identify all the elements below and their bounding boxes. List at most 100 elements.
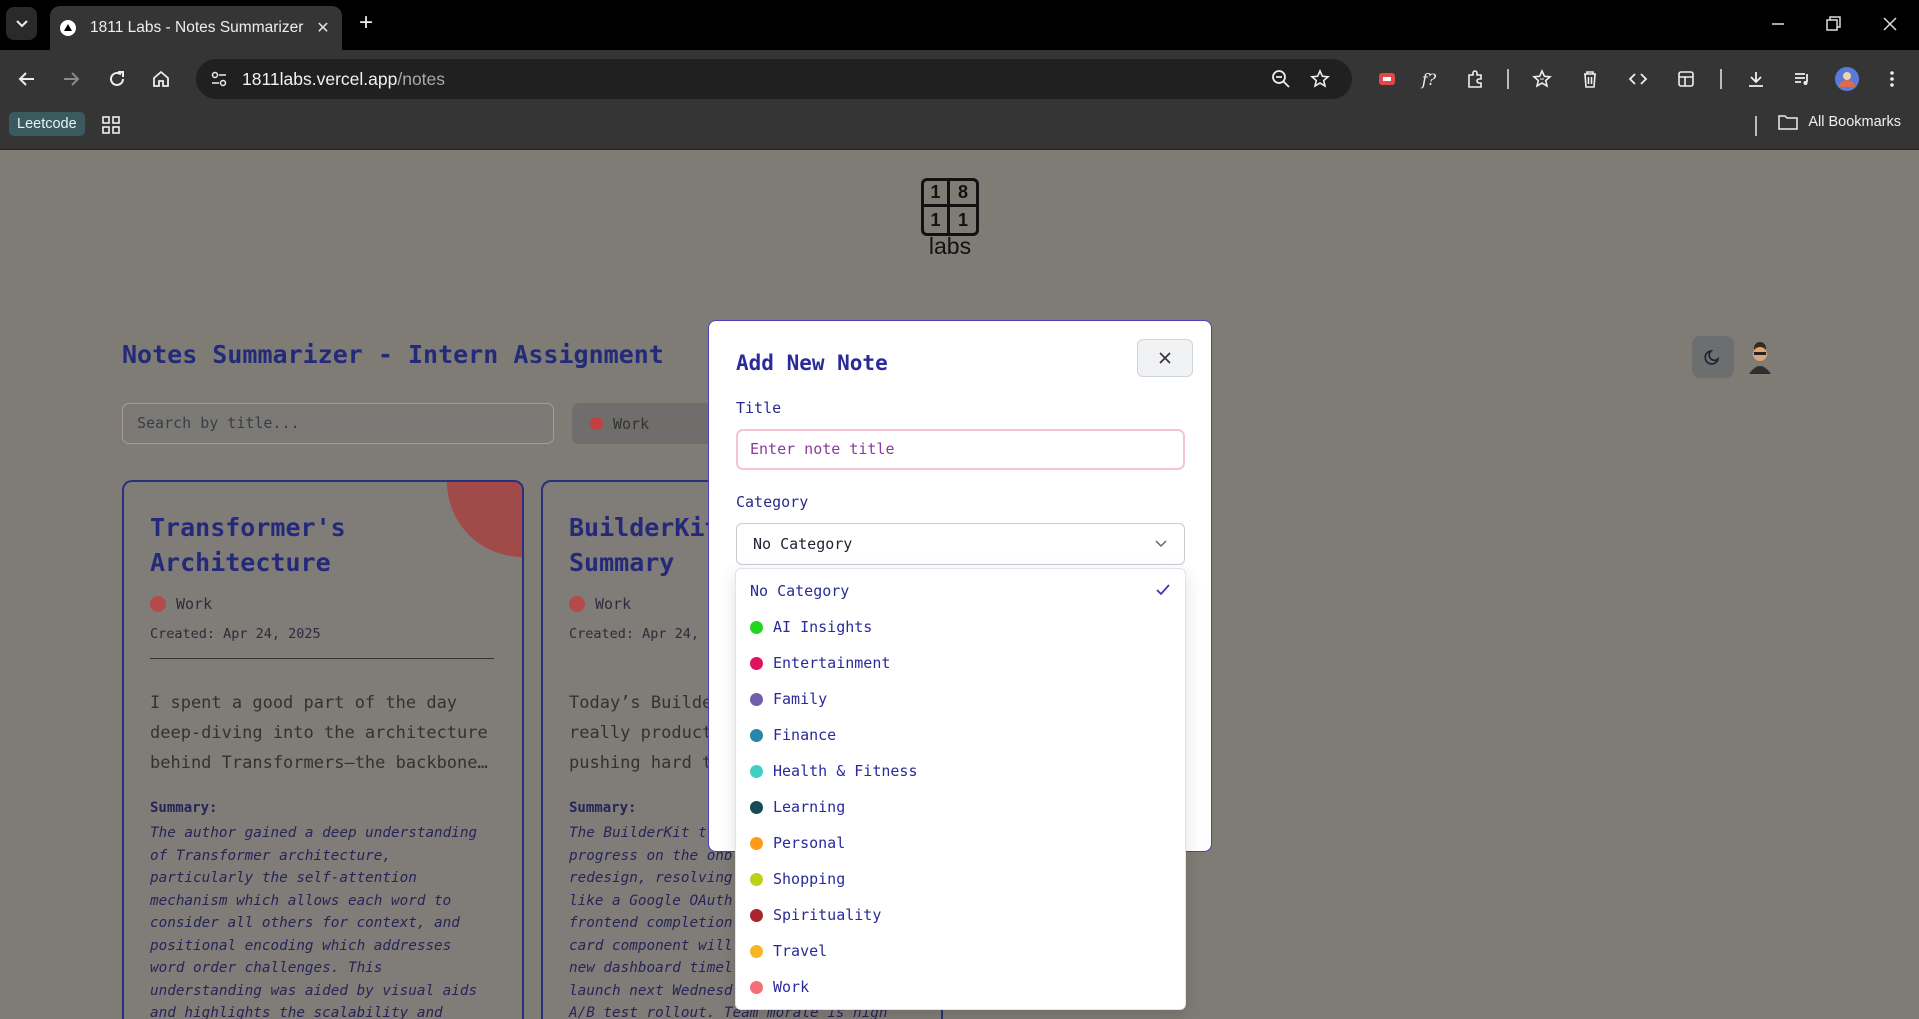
title-label: Title bbox=[736, 399, 782, 417]
arrow-left-icon bbox=[18, 72, 34, 86]
bookmarks-bar: Leetcode All Bookmarks bbox=[0, 108, 1919, 150]
option-color-dot bbox=[750, 728, 763, 742]
apps-grid-icon[interactable] bbox=[102, 116, 120, 134]
option-label: Finance bbox=[773, 726, 837, 744]
summary-label: Summary: bbox=[150, 800, 218, 816]
note-created-date: Created: Apr 24, 2025 bbox=[150, 626, 321, 642]
category-option-work[interactable]: Work bbox=[736, 969, 1185, 1005]
folder-icon bbox=[1778, 115, 1799, 130]
browser-menu-icon[interactable] bbox=[1877, 64, 1907, 94]
url-host: 1811labs.vercel.app bbox=[242, 69, 398, 89]
close-icon bbox=[1159, 352, 1171, 364]
note-card[interactable]: Transformer's Architecture Work Created:… bbox=[122, 480, 524, 1019]
trash-icon[interactable] bbox=[1575, 64, 1605, 94]
browser-tab-bar: 1811 Labs - Notes Summarizer ✕ + bbox=[0, 0, 1919, 50]
code-icon[interactable] bbox=[1623, 64, 1653, 94]
note-category-label: Work bbox=[595, 595, 632, 613]
back-button[interactable] bbox=[12, 64, 42, 94]
home-button[interactable] bbox=[146, 64, 176, 94]
extensions-puzzle-icon[interactable] bbox=[1460, 64, 1490, 94]
option-label: AI Insights bbox=[773, 618, 873, 636]
modal-title: Add New Note bbox=[736, 351, 888, 375]
filter-label: Work bbox=[613, 414, 650, 433]
tab-title: 1811 Labs - Notes Summarizer bbox=[90, 19, 304, 36]
category-select[interactable]: No Category bbox=[736, 523, 1185, 565]
category-filter[interactable]: Work bbox=[572, 403, 712, 444]
tune-icon[interactable] bbox=[210, 70, 228, 88]
option-color-dot bbox=[750, 692, 763, 706]
category-option-personal[interactable]: Personal bbox=[736, 825, 1185, 861]
option-label: Work bbox=[773, 978, 810, 996]
restore-window-icon[interactable] bbox=[1821, 12, 1845, 36]
logo-text: labs bbox=[928, 233, 972, 259]
user-avatar[interactable] bbox=[1745, 340, 1775, 374]
modal-close-button[interactable] bbox=[1137, 339, 1193, 377]
option-label: Entertainment bbox=[773, 654, 891, 672]
favorites-star-icon[interactable] bbox=[1527, 64, 1557, 94]
close-window-icon[interactable] bbox=[1878, 12, 1902, 36]
address-bar[interactable]: 1811labs.vercel.app/notes bbox=[196, 59, 1352, 99]
search-input[interactable]: Search by title... bbox=[122, 403, 554, 444]
url-text[interactable]: 1811labs.vercel.app/notes bbox=[242, 69, 445, 90]
option-color-dot bbox=[750, 620, 763, 634]
tab-search-button[interactable] bbox=[6, 7, 37, 40]
minimize-window-icon[interactable] bbox=[1766, 12, 1790, 36]
close-tab-icon[interactable]: ✕ bbox=[314, 18, 332, 38]
note-summary: The author gained a deep understanding o… bbox=[150, 825, 478, 1019]
logo-digit: 1 bbox=[924, 207, 950, 233]
all-bookmarks-label: All Bookmarks bbox=[1808, 114, 1901, 130]
logo-digit: 1 bbox=[924, 181, 950, 207]
summary-label: Summary: bbox=[569, 800, 637, 816]
new-tab-button[interactable]: + bbox=[352, 10, 380, 38]
browser-toolbar: 1811labs.vercel.app/notes f? bbox=[0, 50, 1919, 108]
logo-digit: 8 bbox=[950, 181, 976, 207]
download-icon[interactable] bbox=[1741, 64, 1771, 94]
page-title: Notes Summarizer - Intern Assignment bbox=[122, 340, 664, 369]
chevron-down-icon bbox=[15, 19, 28, 27]
zoom-out-icon[interactable] bbox=[1271, 69, 1291, 89]
profile-avatar[interactable] bbox=[1832, 64, 1862, 94]
category-option-finance[interactable]: Finance bbox=[736, 717, 1185, 753]
option-label: Health & Fitness bbox=[773, 762, 918, 780]
reload-button[interactable] bbox=[102, 64, 132, 94]
forward-button[interactable] bbox=[56, 64, 86, 94]
option-label: Shopping bbox=[773, 870, 846, 888]
vercel-triangle-icon bbox=[60, 20, 76, 36]
note-title-input[interactable]: Enter note title bbox=[736, 429, 1185, 470]
check-icon bbox=[1156, 584, 1170, 596]
category-option-entertainment[interactable]: Entertainment bbox=[736, 645, 1185, 681]
layout-icon[interactable] bbox=[1671, 64, 1701, 94]
home-icon bbox=[153, 70, 169, 87]
arrow-right-icon bbox=[64, 72, 80, 86]
option-color-dot bbox=[750, 908, 763, 922]
category-select-value: No Category bbox=[753, 535, 853, 553]
option-color-dot bbox=[750, 980, 763, 994]
extension-fx-icon[interactable]: f? bbox=[1414, 64, 1444, 94]
note-title-line1: BuilderKit bbox=[569, 513, 720, 542]
category-option-learning[interactable]: Learning bbox=[736, 789, 1185, 825]
category-option-shopping[interactable]: Shopping bbox=[736, 861, 1185, 897]
note-body: I spent a good part of the day deep-divi… bbox=[150, 693, 488, 773]
star-icon[interactable] bbox=[1310, 69, 1330, 89]
filter-color-dot bbox=[590, 417, 603, 430]
category-option-spirituality[interactable]: Spirituality bbox=[736, 897, 1185, 933]
category-option-ai-insights[interactable]: AI Insights bbox=[736, 609, 1185, 645]
note-category: Work bbox=[150, 595, 212, 613]
media-queue-icon[interactable] bbox=[1787, 64, 1817, 94]
option-label: Personal bbox=[773, 834, 846, 852]
category-option-travel[interactable]: Travel bbox=[736, 933, 1185, 969]
all-bookmarks-button[interactable]: All Bookmarks bbox=[1778, 114, 1901, 130]
reload-icon bbox=[110, 71, 124, 86]
category-option-family[interactable]: Family bbox=[736, 681, 1185, 717]
theme-toggle-button[interactable] bbox=[1692, 336, 1734, 378]
option-label: Learning bbox=[773, 798, 846, 816]
toolbar-divider bbox=[1507, 69, 1509, 89]
browser-tab-active[interactable]: 1811 Labs - Notes Summarizer ✕ bbox=[50, 6, 342, 50]
extension-red-icon[interactable] bbox=[1372, 64, 1402, 94]
url-path: /notes bbox=[397, 69, 446, 89]
category-option-no-category[interactable]: No Category bbox=[736, 573, 1185, 609]
option-label: Travel bbox=[773, 942, 828, 960]
category-option-health-fitness[interactable]: Health & Fitness bbox=[736, 753, 1185, 789]
bookmark-leetcode[interactable]: Leetcode bbox=[9, 112, 85, 136]
note-created-date: Created: Apr 24, 20 bbox=[569, 626, 724, 642]
